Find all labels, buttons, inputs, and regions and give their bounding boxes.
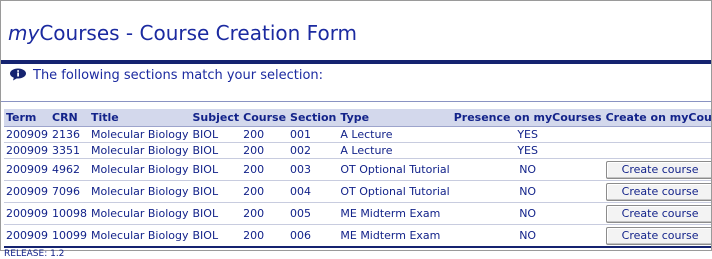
cell-subject: BIOL: [190, 126, 242, 143]
notice-message: The following sections match your select…: [9, 68, 323, 83]
cell-term: 200909: [4, 158, 50, 181]
column-header-title: Title: [89, 109, 191, 127]
cell-subject: BIOL: [190, 224, 242, 248]
table-row: 200909 10098 Molecular Biology BIOL 200 …: [4, 202, 711, 225]
cell-section: 006: [288, 224, 339, 248]
cell-course: 200: [241, 126, 289, 143]
page-title-text: Courses - Course Creation Form: [39, 21, 358, 45]
cell-create: Create course: [603, 224, 711, 248]
section-divider: [1, 101, 711, 102]
table-row: 200909 3351 Molecular Biology BIOL 200 0…: [4, 142, 711, 159]
release-label: RELEASE: 1.2: [4, 249, 65, 259]
cell-course: 200: [241, 202, 289, 225]
table-row: 200909 4962 Molecular Biology BIOL 200 0…: [4, 158, 711, 181]
cell-crn: 10099: [50, 224, 89, 248]
cell-presence: NO: [451, 158, 604, 181]
cell-create: [603, 142, 711, 159]
column-header-term: Term: [4, 109, 50, 127]
cell-presence: NO: [451, 180, 604, 203]
cell-section: 005: [288, 202, 339, 225]
cell-type: OT Optional Tutorial: [338, 180, 452, 203]
column-header-subject: Subject: [190, 109, 242, 127]
cell-create: Create course: [603, 158, 711, 181]
table-row: 200909 10099 Molecular Biology BIOL 200 …: [4, 224, 711, 248]
cell-presence: NO: [451, 202, 604, 225]
table-header-row: Term CRN Title Subject Course Section Ty…: [4, 109, 711, 127]
cell-term: 200909: [4, 224, 50, 248]
cell-term: 200909: [4, 202, 50, 225]
cell-create: Create course: [603, 180, 711, 203]
cell-crn: 7096: [50, 180, 89, 203]
cell-section: 004: [288, 180, 339, 203]
cell-title: Molecular Biology: [89, 180, 191, 203]
column-header-crn: CRN: [50, 109, 89, 127]
cell-course: 200: [241, 180, 289, 203]
cell-course: 200: [241, 142, 289, 159]
column-header-presence: Presence on myCourses: [451, 109, 604, 127]
cell-course: 200: [241, 158, 289, 181]
info-icon: [9, 68, 27, 81]
create-course-button[interactable]: Create course: [605, 204, 711, 223]
cell-term: 200909: [4, 180, 50, 203]
cell-type: ME Midterm Exam: [338, 224, 452, 248]
cell-course: 200: [241, 224, 289, 248]
cell-crn: 4962: [50, 158, 89, 181]
cell-subject: BIOL: [190, 202, 242, 225]
cell-type: ME Midterm Exam: [338, 202, 452, 225]
cell-presence: NO: [451, 224, 604, 248]
cell-crn: 3351: [50, 142, 89, 159]
column-header-course: Course: [241, 109, 289, 127]
create-course-button[interactable]: Create course: [605, 226, 711, 245]
cell-section: 002: [288, 142, 339, 159]
cell-title: Molecular Biology: [89, 224, 191, 248]
cell-section: 003: [288, 158, 339, 181]
cell-crn: 10098: [50, 202, 89, 225]
table-row: 200909 2136 Molecular Biology BIOL 200 0…: [4, 126, 711, 143]
notice-text: The following sections match your select…: [33, 68, 324, 83]
table-row: 200909 7096 Molecular Biology BIOL 200 0…: [4, 180, 711, 203]
column-header-create: Create on myCour: [603, 109, 711, 127]
create-course-button[interactable]: Create course: [605, 160, 711, 179]
cell-presence: YES: [451, 126, 604, 143]
cell-subject: BIOL: [190, 142, 242, 159]
page-frame: myCourses - Course Creation Form The fol…: [0, 0, 712, 251]
cell-title: Molecular Biology: [89, 126, 191, 143]
column-header-section: Section: [288, 109, 339, 127]
cell-subject: BIOL: [190, 180, 242, 203]
cell-presence: YES: [451, 142, 604, 159]
cell-term: 200909: [4, 142, 50, 159]
cell-type: OT Optional Tutorial: [338, 158, 452, 181]
cell-title: Molecular Biology: [89, 158, 191, 181]
create-course-button[interactable]: Create course: [605, 182, 711, 201]
sections-table: Term CRN Title Subject Course Section Ty…: [4, 109, 711, 248]
column-header-type: Type: [338, 109, 452, 127]
cell-term: 200909: [4, 126, 50, 143]
cell-crn: 2136: [50, 126, 89, 143]
cell-title: Molecular Biology: [89, 142, 191, 159]
page-title-prefix: my: [8, 21, 40, 45]
cell-create: Create course: [603, 202, 711, 225]
title-divider: [1, 60, 711, 64]
page-title: myCourses - Course Creation Form: [8, 21, 357, 45]
cell-subject: BIOL: [190, 158, 242, 181]
cell-title: Molecular Biology: [89, 202, 191, 225]
cell-create: [603, 126, 711, 143]
cell-type: A Lecture: [338, 126, 452, 143]
cell-type: A Lecture: [338, 142, 452, 159]
cell-section: 001: [288, 126, 339, 143]
